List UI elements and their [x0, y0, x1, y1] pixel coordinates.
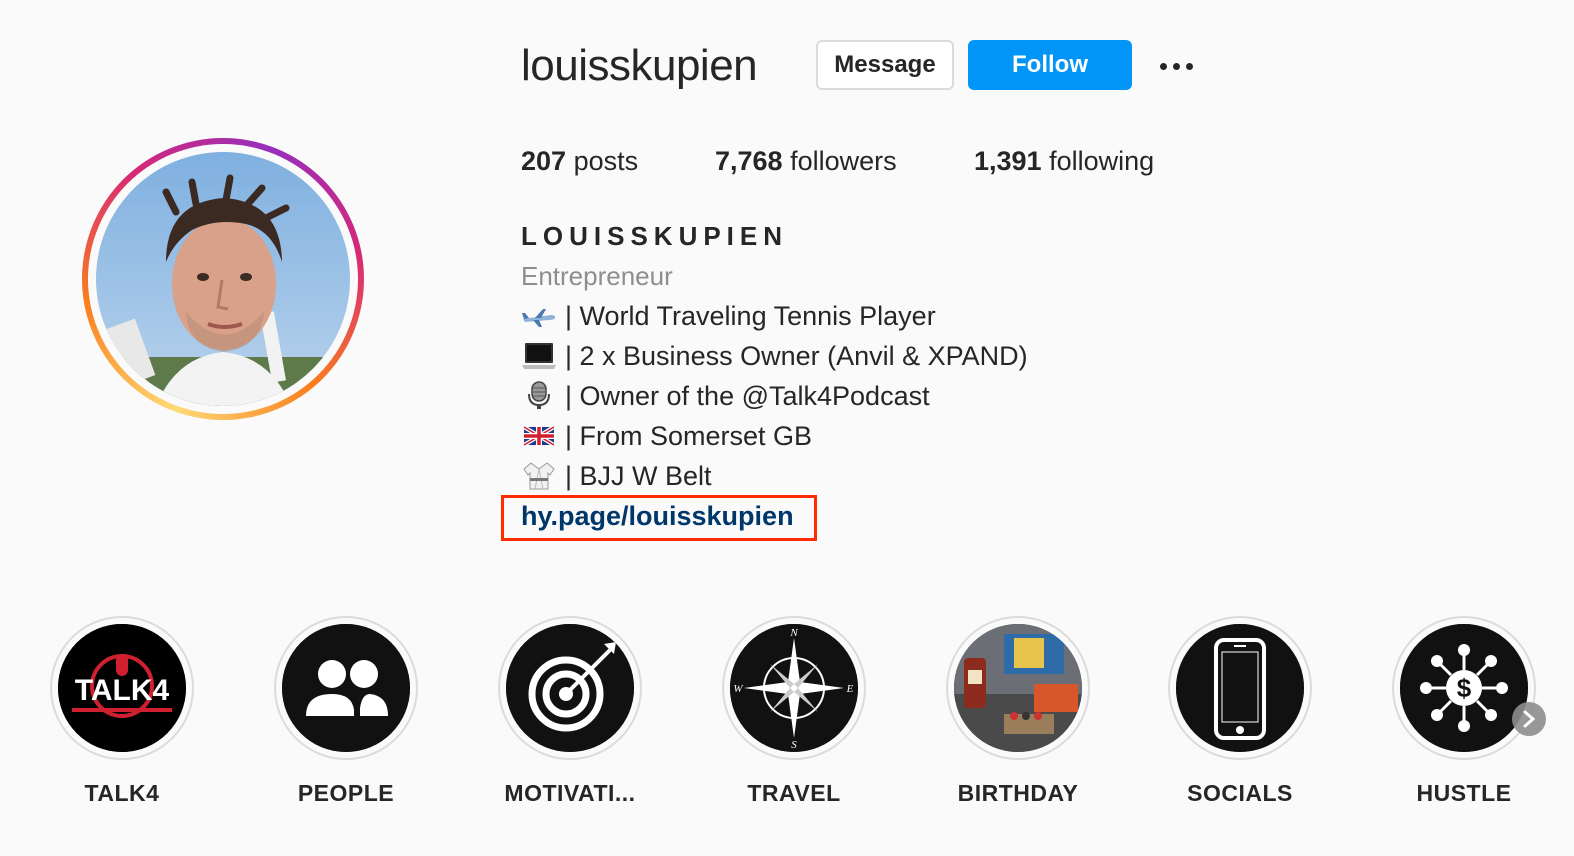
following-label: following [1049, 146, 1155, 176]
bio-line-text: | From Somerset GB [565, 421, 813, 451]
compass-s: S [791, 739, 797, 751]
bio-line: | 2 x Business Owner (Anvil & XPAND) [521, 336, 1028, 376]
highlight-label: TRAVEL [747, 780, 841, 806]
dot [1186, 62, 1193, 70]
bio-line-text: | BJJ W Belt [565, 461, 712, 491]
svg-text:$: $ [1457, 673, 1472, 703]
profile-username: louisskupien [521, 41, 758, 90]
talk4-logo-text: TALK4 [75, 674, 170, 707]
compass-w: W [733, 683, 743, 695]
talk4-logo: TALK4 [58, 624, 186, 752]
highlight-label: SOCIALS [1187, 780, 1293, 806]
dot [1173, 62, 1180, 70]
compass-n: N [789, 627, 798, 639]
following-count: 1,391 [974, 146, 1042, 176]
profile-bio: LOUISSKUPIEN Entrepreneur | World Travel… [521, 216, 1028, 536]
highlight-label: TALK4 [84, 780, 160, 806]
more-options-icon[interactable] [1160, 56, 1204, 76]
bio-line-text: | Owner of the @Talk4Podcast [565, 381, 930, 411]
microphone-icon [521, 381, 557, 411]
compass-icon: N E S W [730, 624, 858, 752]
highlights-next-chevron-icon[interactable] [1512, 702, 1546, 736]
followers-stat[interactable]: 7,768 followers [715, 144, 897, 178]
highlight-label: PEOPLE [297, 780, 395, 806]
bio-full-name: LOUISSKUPIEN [521, 221, 789, 251]
bio-category: Entrepreneur [521, 261, 673, 291]
bio-line-text: | 2 x Business Owner (Anvil & XPAND) [565, 341, 1028, 371]
follow-button[interactable]: Follow [968, 40, 1132, 90]
dollar-network-icon: $ [1400, 624, 1528, 752]
bio-line: | BJJ W Belt [521, 456, 1028, 496]
bio-line: | World Traveling Tennis Player [521, 296, 1028, 336]
dot [1160, 62, 1167, 70]
martial-arts-uniform-icon [521, 461, 557, 491]
highlight-label: MOTIVATI... [504, 780, 636, 806]
compass-e: E [846, 683, 854, 695]
profile-avatar[interactable] [96, 152, 350, 406]
airplane-icon [521, 301, 557, 331]
bio-line: | Owner of the @Talk4Podcast [521, 376, 1028, 416]
highlight-label: HUSTLE [1416, 780, 1512, 806]
highlight-label: BIRTHDAY [957, 780, 1079, 806]
laptop-icon [521, 341, 557, 371]
people-icon [282, 624, 410, 752]
followers-count: 7,768 [715, 146, 783, 176]
birthday-photo-thumbnail [954, 624, 1082, 752]
highlight-ring [274, 616, 418, 760]
followers-label: followers [790, 146, 897, 176]
bio-line-text: | World Traveling Tennis Player [565, 301, 936, 331]
posts-count: 207 [521, 146, 567, 176]
posts-label: posts [573, 146, 639, 176]
annotation-highlight-box [501, 495, 817, 541]
posts-stat: 207 posts [521, 144, 638, 178]
following-stat[interactable]: 1,391 following [974, 144, 1154, 178]
highlight-ring [498, 616, 642, 760]
profile-avatar-ring[interactable] [82, 138, 364, 420]
highlight-ring: $ [1392, 616, 1536, 760]
target-icon [506, 624, 634, 752]
highlight-ring: N E S W [722, 616, 866, 760]
message-button[interactable]: Message [816, 40, 954, 90]
highlight-ring [946, 616, 1090, 760]
uk-flag-icon [521, 421, 557, 451]
highlight-ring: TALK4 [50, 616, 194, 760]
phone-icon [1176, 624, 1304, 752]
bio-line: | From Somerset GB [521, 416, 1028, 456]
highlight-ring [1168, 616, 1312, 760]
